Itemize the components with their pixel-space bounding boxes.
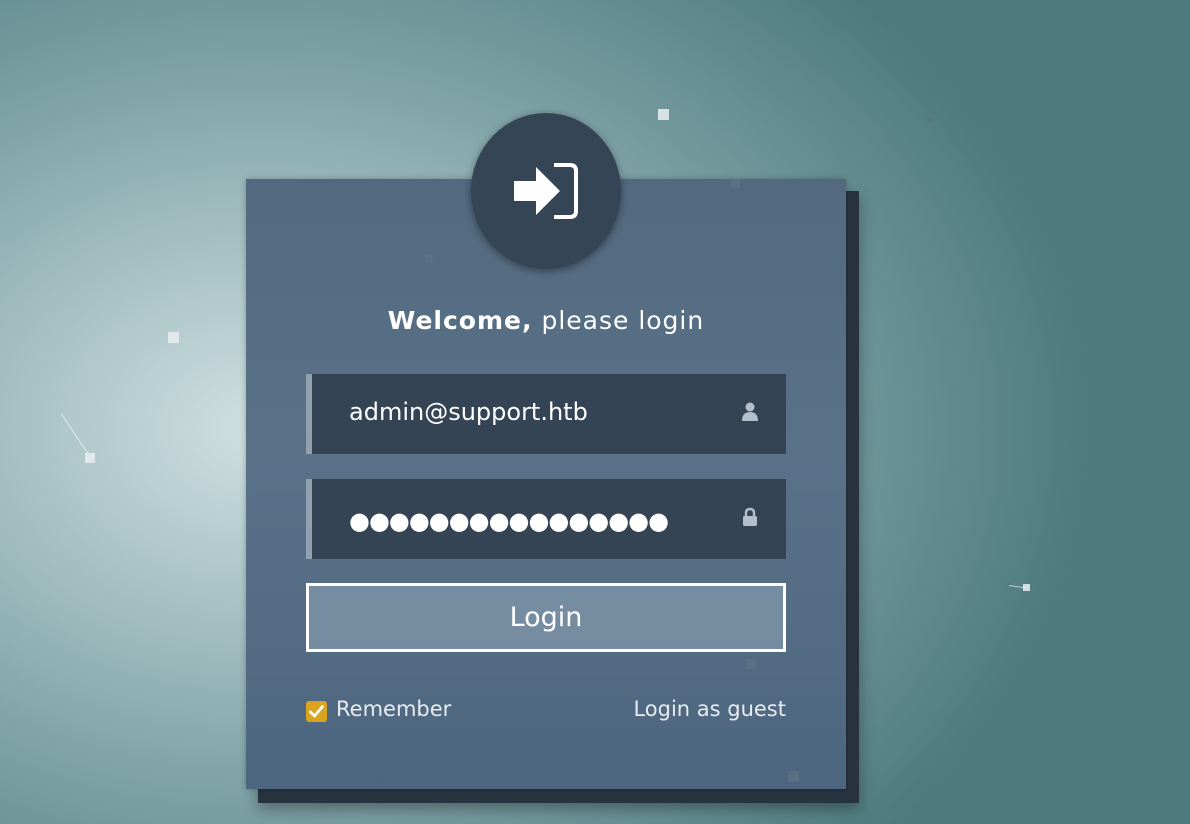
title-please-login: please login (532, 306, 705, 335)
login-as-guest-link[interactable]: Login as guest (600, 697, 786, 721)
email-value: admin@support.htb (349, 398, 588, 426)
sign-in-avatar (471, 113, 621, 269)
sign-in-icon (514, 163, 578, 219)
card-particle (746, 659, 756, 669)
remember-checkbox[interactable] (306, 701, 327, 722)
card-particle (731, 179, 740, 188)
password-field[interactable]: ●●●●●●●●●●●●●●●● (306, 479, 786, 559)
check-icon (309, 705, 324, 718)
bg-particle (658, 109, 669, 120)
password-mask: ●●●●●●●●●●●●●●●● (349, 507, 669, 535)
bg-particle (927, 118, 931, 122)
user-icon (742, 402, 758, 421)
title-welcome: Welcome, (387, 306, 533, 335)
card-particle (788, 771, 799, 782)
bg-line (61, 414, 89, 455)
remember-label: Remember (336, 697, 452, 721)
card-particle (425, 254, 433, 262)
login-button[interactable]: Login (306, 583, 786, 652)
lock-icon (743, 507, 757, 526)
page-title: Welcome, please login (246, 306, 846, 335)
bg-particle (168, 332, 179, 343)
bg-particle (85, 453, 95, 463)
email-field[interactable]: admin@support.htb (306, 374, 786, 454)
